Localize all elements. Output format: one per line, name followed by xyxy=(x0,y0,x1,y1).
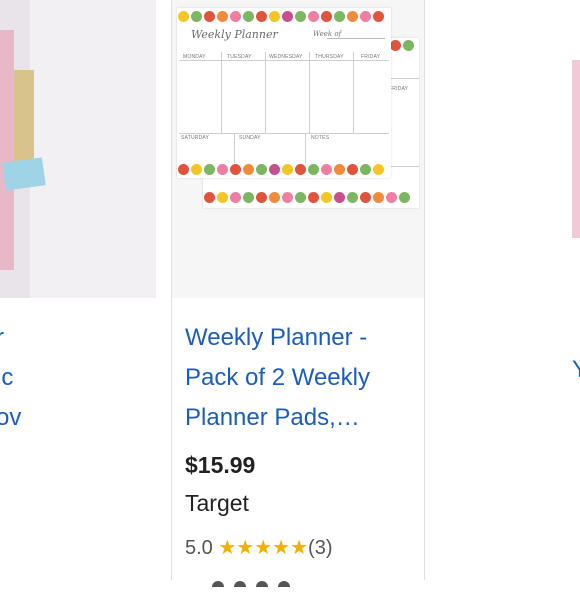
product-title-line: Planner Pads,… xyxy=(185,404,360,431)
pad-day-label: SATURDAY xyxy=(181,135,210,141)
week-of-line xyxy=(327,38,385,39)
product-title-line: Pack of 2 Weekly xyxy=(185,364,370,391)
flower-border-icon xyxy=(177,160,391,180)
rating-value: 5.0 xyxy=(185,537,213,559)
pad-day-label: SUNDAY xyxy=(239,135,261,141)
left-title-line: ic xyxy=(0,364,14,391)
grid-line xyxy=(179,133,389,134)
grid-line xyxy=(389,166,419,167)
product-card[interactable]: FRIDAY Weekly Planner Week of MONDAY TUE… xyxy=(171,0,425,587)
left-image-background xyxy=(30,0,156,298)
left-image-blue-item xyxy=(2,157,46,191)
flower-border-icon xyxy=(177,7,391,27)
product-store: Target xyxy=(185,490,249,516)
right-product-image[interactable] xyxy=(572,60,580,238)
rating-count: (3) xyxy=(308,537,333,559)
cut-off-next-row xyxy=(212,574,322,587)
pad-day-label: MONDAY xyxy=(183,54,206,60)
grid-line xyxy=(305,133,306,163)
product-title-link[interactable]: Weekly Planner - Pack of 2 Weekly Planne… xyxy=(185,318,417,438)
left-title-line: ov xyxy=(0,404,22,431)
grid-line xyxy=(234,133,235,163)
back-pad-day-label: FRIDAY xyxy=(389,86,409,92)
grid-line xyxy=(353,52,354,133)
planner-pad-front: Weekly Planner Week of MONDAY TUESDAY WE… xyxy=(177,8,391,178)
left-title-line: r xyxy=(0,318,21,358)
pad-day-label: THURSDAY xyxy=(315,54,344,60)
pad-day-label: FRIDAY xyxy=(361,54,381,60)
grid-line xyxy=(221,52,222,133)
pad-week-of: Week of xyxy=(313,30,342,38)
product-image[interactable]: FRIDAY Weekly Planner Week of MONDAY TUE… xyxy=(172,0,424,298)
pad-day-label: TUESDAY xyxy=(227,54,252,60)
left-image-pink-item xyxy=(0,30,14,270)
star-rating-icon: ★★★★★ xyxy=(218,537,309,559)
grid-line xyxy=(179,60,389,61)
pad-day-label: NOTES xyxy=(311,135,330,141)
left-product-image[interactable] xyxy=(0,0,156,298)
pad-heading: Weekly Planner xyxy=(191,28,278,41)
grid-line xyxy=(309,52,310,133)
grid-line xyxy=(389,78,419,79)
flower-border-icon xyxy=(203,188,419,208)
product-rating[interactable]: 5.0 ★★★★★(3) xyxy=(185,535,332,560)
flower-border-icon xyxy=(389,36,419,56)
right-product-title[interactable]: Y xyxy=(572,356,580,384)
product-title-line: Weekly Planner - xyxy=(185,324,368,351)
pad-day-label: WEDNESDAY xyxy=(269,54,303,60)
left-product-title[interactable]: r ic ov xyxy=(0,318,21,438)
product-price: $15.99 xyxy=(185,452,256,478)
grid-line xyxy=(265,52,266,133)
